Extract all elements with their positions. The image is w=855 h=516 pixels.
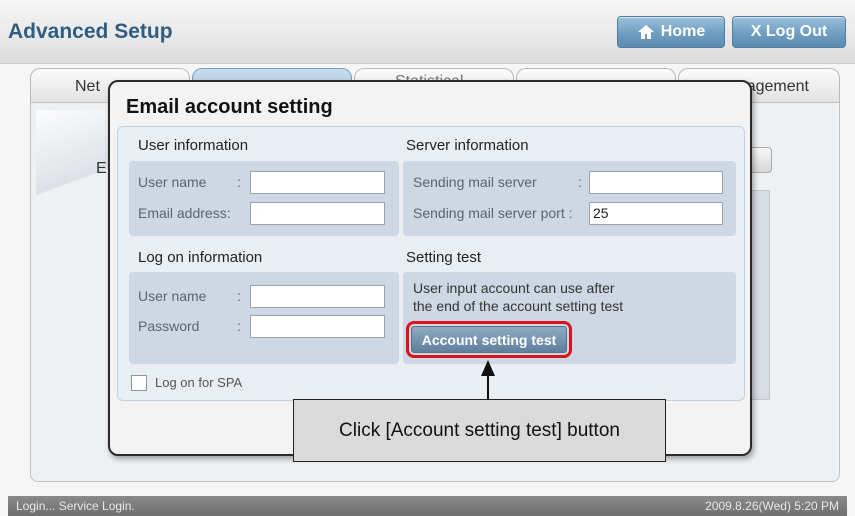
- user-name-colon: :: [237, 174, 241, 190]
- callout-text: Click [Account setting test] button: [339, 419, 620, 441]
- password-label: Password: [138, 318, 200, 334]
- home-button[interactable]: Home: [617, 16, 725, 48]
- mail-server-port-input[interactable]: 25: [589, 202, 723, 225]
- status-datetime: 2009.8.26(Wed) 5:20 PM: [705, 499, 839, 513]
- instruction-callout: Click [Account setting test] button: [293, 399, 666, 462]
- dialog-title: Email account setting: [126, 96, 333, 118]
- logon-user-name-input[interactable]: [250, 285, 385, 308]
- account-setting-test-button[interactable]: Account setting test: [411, 326, 567, 353]
- logon-info-title: Log on information: [138, 249, 263, 266]
- mail-server-label: Sending mail server: [413, 174, 537, 190]
- background-label: E: [96, 160, 107, 177]
- password-input[interactable]: [250, 315, 385, 338]
- callout-arrow-line: [487, 372, 489, 400]
- logon-user-name-label: User name: [138, 288, 207, 304]
- mail-server-input[interactable]: [589, 171, 723, 194]
- mail-server-port-label: Sending mail server port :: [413, 205, 573, 221]
- server-info-section: Sending mail server : Sending mail serve…: [403, 161, 736, 236]
- tab-label: agement: [746, 78, 809, 95]
- home-icon: [637, 25, 654, 39]
- tab-label: Net: [75, 78, 100, 95]
- password-colon: :: [237, 318, 241, 334]
- logout-button[interactable]: X Log Out: [732, 16, 846, 48]
- dialog-body: User information User name : Email addre…: [117, 126, 745, 401]
- user-name-input[interactable]: [250, 171, 385, 194]
- log-on-spa-label: Log on for SPA: [155, 375, 243, 390]
- email-address-input[interactable]: [250, 202, 385, 225]
- log-on-spa-checkbox[interactable]: [131, 375, 147, 391]
- email-address-label: Email address:: [138, 205, 231, 221]
- mail-server-colon: :: [578, 174, 582, 190]
- home-button-label: Home: [660, 23, 706, 40]
- user-name-label: User name: [138, 174, 207, 190]
- app-window: Advanced Setup Home X Log Out Net Statis…: [0, 0, 855, 516]
- setting-test-title: Setting test: [406, 249, 482, 266]
- setting-test-line1: User input account can use after: [413, 280, 615, 296]
- logon-info-section: User name : Password :: [129, 272, 399, 364]
- page-title: Advanced Setup: [8, 20, 173, 43]
- status-message: Login... Service Login.: [16, 499, 135, 513]
- logout-button-label: X Log Out: [750, 23, 828, 40]
- setting-test-line2: the end of the account setting test: [413, 298, 624, 314]
- header-bar: Advanced Setup Home X Log Out: [0, 0, 855, 64]
- server-info-title: Server information: [406, 137, 529, 154]
- status-bar: Login... Service Login. 2009.8.26(Wed) 5…: [8, 496, 847, 516]
- user-info-title: User information: [138, 137, 249, 154]
- setting-test-section: User input account can use after the end…: [403, 272, 736, 364]
- logon-user-name-colon: :: [237, 288, 241, 304]
- user-info-section: User name : Email address:: [129, 161, 399, 236]
